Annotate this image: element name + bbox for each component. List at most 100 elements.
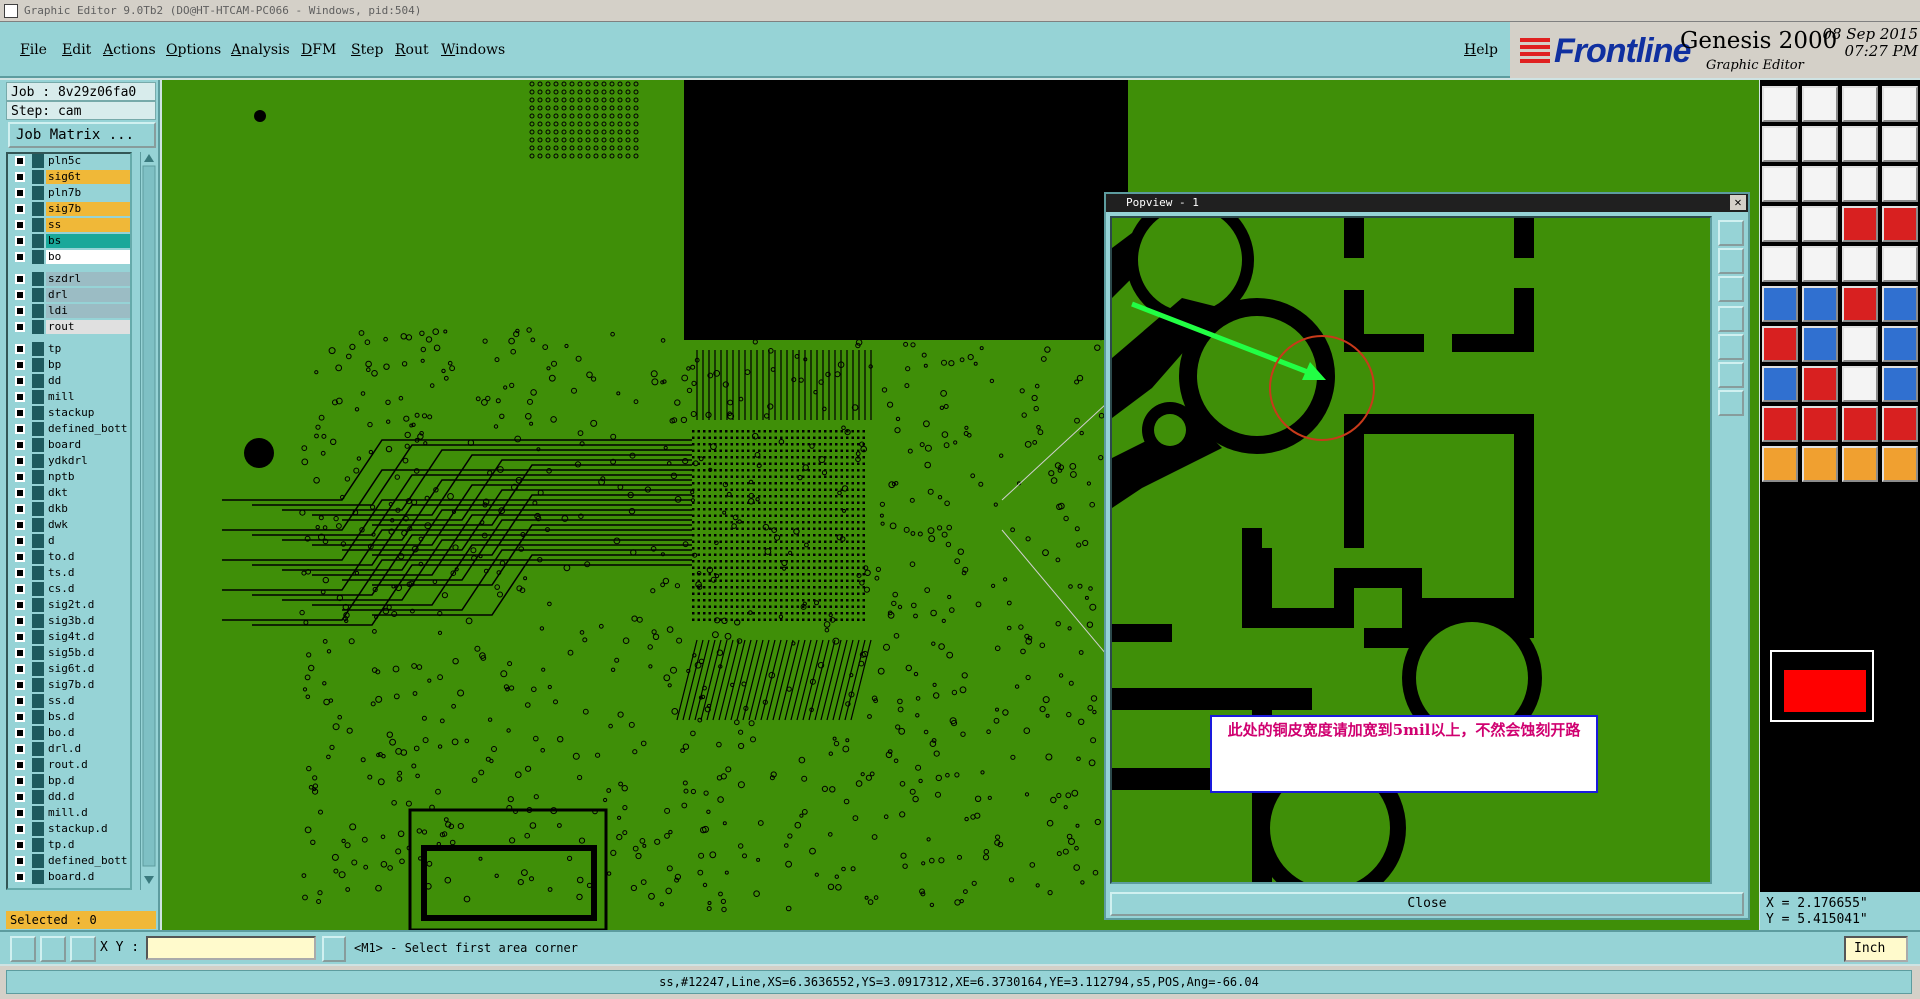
job-matrix-button[interactable]: Job Matrix ... <box>8 122 156 148</box>
layer-checkbox[interactable] <box>15 188 25 198</box>
layer-row[interactable]: stackup.d <box>10 822 130 836</box>
scroll-down-icon[interactable] <box>144 876 154 884</box>
copy-tool-icon[interactable] <box>1762 326 1798 362</box>
layer-checkbox[interactable] <box>15 472 25 482</box>
layer-row[interactable]: pln5c <box>10 154 130 168</box>
layer-checkbox[interactable] <box>15 792 25 802</box>
layer-name[interactable]: mill <box>46 390 130 404</box>
layer-name[interactable]: bp.d <box>46 774 130 788</box>
layer-row[interactable]: sig6t.d <box>10 662 130 676</box>
layer-checkbox[interactable] <box>15 274 25 284</box>
layer-checkbox[interactable] <box>15 760 25 770</box>
measure-tool-icon[interactable] <box>1882 446 1918 482</box>
layer-row[interactable]: bp <box>10 358 130 372</box>
layer-row[interactable]: bo.d <box>10 726 130 740</box>
home-tool-icon[interactable] <box>1762 166 1798 202</box>
layer-name[interactable]: board.d <box>46 870 130 884</box>
menu-analysis[interactable]: Analysis <box>231 42 290 58</box>
pan-tool-icon[interactable] <box>1762 126 1798 162</box>
layer-checkbox[interactable] <box>15 552 25 562</box>
copy-tool-icon[interactable] <box>1882 326 1918 362</box>
layer-row[interactable]: bo <box>10 250 130 264</box>
layer-row[interactable]: dwk <box>10 518 130 532</box>
layer-checkbox[interactable] <box>15 520 25 530</box>
layer-row[interactable]: dkt <box>10 486 130 500</box>
popview-zoom-home-button[interactable] <box>1718 220 1744 246</box>
select-tool-icon[interactable] <box>1842 246 1878 282</box>
layer-name[interactable]: bs <box>46 234 130 248</box>
layer-row[interactable]: tp <box>10 342 130 356</box>
layer-name[interactable]: sig6t.d <box>46 662 130 676</box>
layer-checkbox[interactable] <box>15 376 25 386</box>
layer-checkbox[interactable] <box>15 824 25 834</box>
menu-dfm[interactable]: DFM <box>301 42 336 58</box>
layer-row[interactable]: drl <box>10 288 130 302</box>
layer-name[interactable]: board <box>46 438 130 452</box>
popview-center-button[interactable] <box>1718 362 1744 388</box>
popview-title-bar[interactable]: Popview - 1 ✕ <box>1106 194 1748 212</box>
zoom-tool-icon[interactable] <box>1802 86 1838 122</box>
layer-checkbox[interactable] <box>15 360 25 370</box>
popview-close-icon[interactable]: ✕ <box>1730 195 1746 210</box>
layer-row[interactable]: ydkdrl <box>10 454 130 468</box>
layer-checkbox[interactable] <box>15 488 25 498</box>
menu-options[interactable]: Options <box>166 42 221 58</box>
popview-window[interactable]: Popview - 1 ✕ 此处的铜皮宽度请加宽到5mil以上，不然会蚀刻开路 … <box>1104 192 1750 920</box>
layer-row[interactable]: stackup <box>10 406 130 420</box>
pan-tool-icon[interactable] <box>1802 126 1838 162</box>
fit-tool-icon[interactable] <box>1802 206 1838 242</box>
draw-tool-icon[interactable] <box>1762 406 1798 442</box>
layer-checkbox[interactable] <box>15 744 25 754</box>
layer-checkbox[interactable] <box>15 424 25 434</box>
layer-checkbox[interactable] <box>15 456 25 466</box>
rotate-tool-icon[interactable] <box>1882 366 1918 402</box>
layer-name[interactable]: ss.d <box>46 694 130 708</box>
layer-checkbox[interactable] <box>15 632 25 642</box>
layer-checkbox[interactable] <box>15 344 25 354</box>
layer-row[interactable]: ss <box>10 218 130 232</box>
layer-name[interactable]: drl.d <box>46 742 130 756</box>
layer-checkbox[interactable] <box>15 808 25 818</box>
layer-row[interactable]: sig2t.d <box>10 598 130 612</box>
copy-tool-icon[interactable] <box>1842 326 1878 362</box>
layer-row[interactable]: sig4t.d <box>10 630 130 644</box>
layer-name[interactable]: ts.d <box>46 566 130 580</box>
xy-input[interactable] <box>146 936 316 960</box>
layer-name[interactable]: mill.d <box>46 806 130 820</box>
layer-row[interactable]: ss.d <box>10 694 130 708</box>
layer-list-scrollbar[interactable] <box>140 152 156 890</box>
alert-icon[interactable] <box>322 936 346 962</box>
popview-canvas[interactable]: 此处的铜皮宽度请加宽到5mil以上，不然会蚀刻开路 <box>1110 216 1712 884</box>
layer-name[interactable]: sig3b.d <box>46 614 130 628</box>
layer-row[interactable]: dd <box>10 374 130 388</box>
layer-name[interactable]: sig5b.d <box>46 646 130 660</box>
layer-row[interactable]: cs.d <box>10 582 130 596</box>
layer-checkbox[interactable] <box>15 600 25 610</box>
layer-name[interactable]: dd <box>46 374 130 388</box>
measure-tool-icon[interactable] <box>1762 446 1798 482</box>
scroll-thumb[interactable] <box>142 165 156 867</box>
home-tool-icon[interactable] <box>1882 166 1918 202</box>
layer-name[interactable]: drl <box>46 288 130 302</box>
layer-name[interactable]: sig7b <box>46 202 130 216</box>
scroll-up-icon[interactable] <box>144 154 154 162</box>
layer-checkbox[interactable] <box>15 840 25 850</box>
zoom-tool-icon[interactable] <box>1762 86 1798 122</box>
zoom-tool-icon[interactable] <box>1882 86 1918 122</box>
move-tool-icon[interactable] <box>1762 286 1798 322</box>
copy-tool-icon[interactable] <box>1802 326 1838 362</box>
layer-checkbox[interactable] <box>15 616 25 626</box>
layer-name[interactable]: szdrl <box>46 272 130 286</box>
layer-row[interactable]: mill <box>10 390 130 404</box>
layer-name[interactable]: to.d <box>46 550 130 564</box>
layer-name[interactable]: bs.d <box>46 710 130 724</box>
layer-row[interactable]: rout <box>10 320 130 334</box>
layer-name[interactable]: nptb <box>46 470 130 484</box>
zoom-tool-icon[interactable] <box>1842 86 1878 122</box>
move-tool-icon[interactable] <box>1842 286 1878 322</box>
layer-name[interactable]: defined_bott <box>46 854 130 868</box>
menu-step[interactable]: Step <box>351 42 383 58</box>
layer-checkbox[interactable] <box>15 306 25 316</box>
popview-pan-button[interactable] <box>1718 306 1744 332</box>
layer-name[interactable]: sig6t <box>46 170 130 184</box>
